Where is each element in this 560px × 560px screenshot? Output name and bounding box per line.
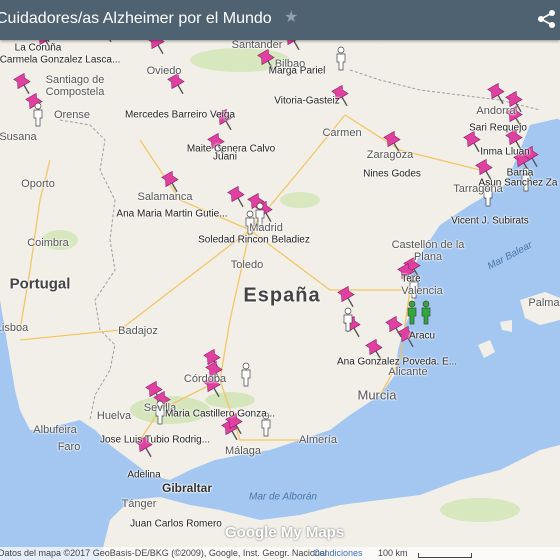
terms-link[interactable]: Condiciones [313,548,363,558]
pin-label-soledad: Soledad Rincon Beladiez [198,234,310,246]
country-label-portugal: Portugal [9,275,71,293]
pin-label-marga: Marga Pariel [268,65,326,77]
city-alicante: Alicante [388,366,428,378]
city-badajoz: Badajoz [118,325,158,337]
city-coimbra: Coimbra [27,237,69,249]
pin-label-asun: Asun Sanchez Za [478,177,558,189]
city-oporto: Oporto [21,178,55,190]
city-zaragoza: Zaragoza [366,149,414,161]
pin-label-ana-maria: Ana Maria Martin Gutie... [116,208,228,220]
pin-label-jose-luis: Jose Luis Tubio Rodrig... [99,434,211,446]
country-label-spain: España [243,284,321,307]
city-susana: Susana [0,131,37,143]
city-salamanca: Salamanca [137,191,193,203]
city-santander: Santander [231,39,283,51]
pin-label-ana-gonzalez: Ana Gonzalez Poveda. E... [336,356,458,368]
pin-label-juan-carlos: Juan Carlos Romero [130,518,222,530]
city-faro: Faro [57,441,81,453]
city-santiago: Santiago de Compostela [45,74,105,98]
city-oviedo: Oviedo [146,65,182,77]
pin-label-sari: Sari Requejo [469,122,527,134]
city-andorra: Andorra [476,105,516,117]
city-albufeira: Albufeira [33,424,77,436]
sea-label-alboran: Mar de Alborán [249,491,317,503]
pin-label-vitoria: Vitoria-Gasteiz [274,95,340,107]
pin-label-vicent: Vicent J. Subirats [451,215,529,227]
city-palma: Palma [528,297,560,309]
city-carmen: Carmen [322,127,362,139]
pin-label-nines: Nines Godes [363,168,421,180]
city-madrid: Madrid [249,222,283,234]
label-gibraltar: Gibraltar [161,481,213,495]
city-lisboa: Lisboa [0,322,29,334]
map-title[interactable]: Cuidadores/as Alzheimer por el Mundo [0,10,272,28]
pin-label-la-coruna: La Coruña [14,42,62,54]
scale-bar [418,553,472,558]
city-castellon: Castellón de la Plana [391,239,465,263]
pin-label-carmela: Carmela Gonzalez Lasca... [0,54,121,66]
pin-label-adelina: Adelina [127,469,161,481]
pin-label-aracu: Aracu [408,330,436,342]
map-footer: Datos del mapa ©2017 GeoBasis-DE/BKG (©2… [0,547,560,560]
city-murcia: Murcia [357,387,397,403]
header-bar: Cuidadores/as Alzheimer por el Mundo ★ [0,0,560,40]
pin-label-juani: Juani [213,151,237,163]
pin-label-inma: Inma Lluan [480,146,530,158]
pin-label-tere: Tere [401,273,421,285]
city-valencia: Valencia [401,285,443,297]
map-attribution: Datos del mapa ©2017 GeoBasis-DE/BKG (©2… [0,548,327,558]
city-almeria: Almería [299,434,337,446]
pin-label-maria-castillero: Maria Castillero Gonza... [164,408,276,420]
city-huelva: Huelva [96,410,132,422]
google-my-maps-logo: Google My Maps [225,524,345,541]
city-malaga: Málaga [224,445,262,457]
share-icon[interactable] [536,8,558,30]
scale-label: 100 km [378,548,408,558]
city-toledo: Toledo [230,259,264,271]
city-orense: Orense [53,109,91,121]
pin-label-mercedes: Mercedes Barreiro Veiga [124,109,236,121]
city-tanger: Tánger [121,498,157,510]
city-cordoba: Córdoba [183,373,227,385]
star-icon[interactable]: ★ [284,7,298,27]
